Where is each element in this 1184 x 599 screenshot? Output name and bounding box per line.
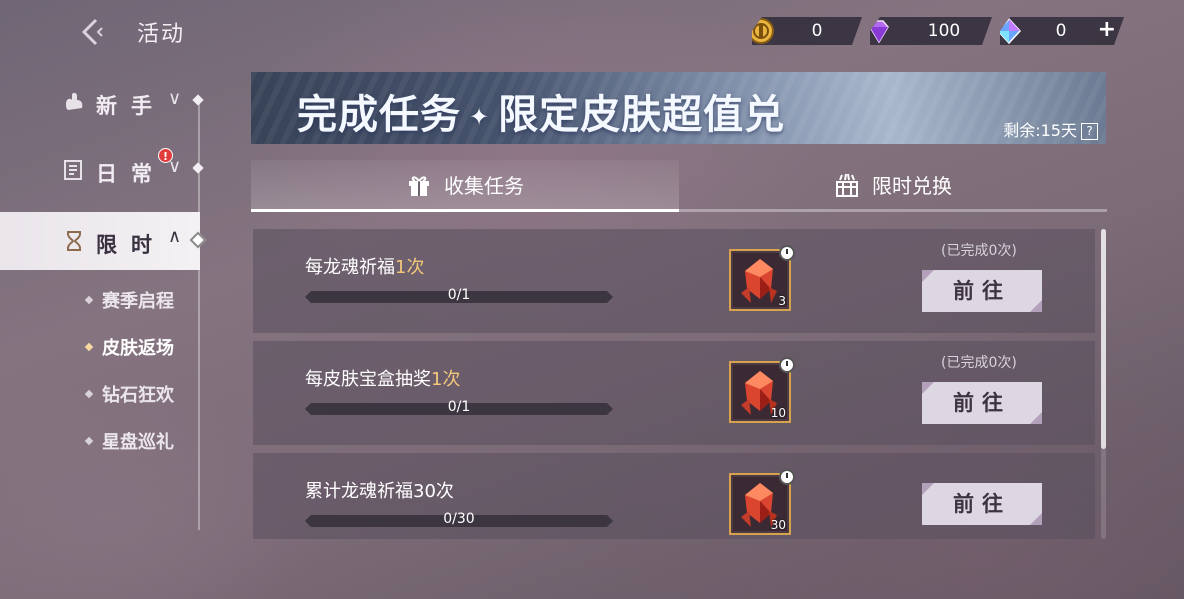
banner-title-right: 限定皮肤超值兑 [498, 92, 786, 138]
chevron-up-icon: ∧ [168, 226, 182, 247]
bullet-icon [84, 389, 94, 399]
sidebar-item-limited-label: 限时 [96, 233, 166, 257]
hourglass-icon [67, 231, 81, 251]
tab-limited-exchange-label: 限时兑换 [872, 174, 952, 198]
task-name-highlight: 1次 [431, 369, 461, 390]
task-name: 每龙魂祈福1次 [305, 253, 424, 279]
remain-label: 剩余: [1003, 121, 1041, 140]
add-currency-button[interactable]: + [1098, 17, 1116, 42]
completed-count: (已完成0次) [941, 355, 1017, 371]
reward-item[interactable]: 10 [729, 357, 795, 423]
currency-crystal: 0 + [1000, 17, 1124, 45]
progress-text: 0/1 [447, 399, 471, 415]
remain-value: 15天 [1040, 121, 1077, 140]
sub-item-label: 钻石狂欢 [102, 385, 174, 406]
currency-crystal-value: 0 [1055, 21, 1067, 41]
task-name: 每皮肤宝盒抽奖1次 [305, 365, 460, 391]
completed-count: (已完成0次) [941, 243, 1017, 259]
currency-gold: 0 [752, 17, 862, 45]
task-list[interactable]: 每龙魂祈福1次 0/1 3 (已完成0次) 前往 每皮肤宝盒抽奖1次 0/1 1… [253, 229, 1095, 539]
sub-item-diamond-carnival[interactable]: 钻石狂欢 [84, 381, 174, 407]
gift-icon [409, 175, 429, 196]
progress-text: 0/1 [447, 287, 471, 303]
tab-limited-exchange[interactable]: 限时兑换 [679, 160, 1107, 212]
sub-item-star-tour[interactable]: 星盘巡礼 [84, 428, 174, 454]
sub-item-season-start[interactable]: 赛季启程 [84, 287, 174, 313]
progress-text: 0/30 [443, 511, 475, 527]
sidebar-item-daily-label: 日常 [96, 162, 166, 186]
task-name-highlight: 1次 [395, 257, 425, 278]
help-icon[interactable]: ? [1081, 123, 1098, 140]
checklist-icon [64, 160, 82, 180]
chevron-left-icon [81, 18, 103, 46]
task-name-text: 累计龙魂祈福30次 [305, 481, 454, 502]
timer-icon [779, 357, 795, 373]
tab-bar: 收集任务 限时兑换 [251, 160, 1107, 214]
diamond-marker-icon [189, 231, 207, 249]
task-row: 每皮肤宝盒抽奖1次 0/1 10 (已完成0次) 前往 [253, 341, 1095, 445]
task-name: 累计龙魂祈福30次 [305, 477, 454, 503]
currency-diamond: 100 [870, 17, 992, 45]
back-button[interactable] [78, 16, 106, 48]
diamond-marker-icon [192, 94, 204, 106]
sidebar-item-newbie-label: 新手 [96, 94, 166, 118]
banner-title-left: 完成任务 [297, 92, 461, 138]
sub-item-label: 星盘巡礼 [102, 432, 174, 453]
bullet-icon [84, 295, 94, 305]
banner-title: 完成任务 ✦ 限定皮肤超值兑 [297, 82, 785, 140]
remaining-time: 剩余:15天? [1003, 117, 1098, 141]
reward-quantity: 30 [770, 518, 786, 532]
timer-icon [779, 245, 795, 261]
blue-crystal-icon [994, 16, 1024, 46]
timer-icon [779, 469, 795, 485]
reward-quantity: 10 [770, 406, 786, 420]
tab-collect-tasks[interactable]: 收集任务 [251, 160, 679, 212]
go-button[interactable]: 前往 [922, 382, 1042, 424]
scrollbar-thumb[interactable] [1101, 229, 1106, 449]
diamond-marker-icon [192, 162, 204, 174]
top-bar: 活动 0 100 0 + [0, 0, 1184, 64]
reward-item[interactable]: 30 [729, 469, 795, 535]
reward-item[interactable]: 3 [729, 245, 795, 311]
event-banner: 完成任务 ✦ 限定皮肤超值兑 剩余:15天? [251, 72, 1106, 144]
task-name-text: 每皮肤宝盒抽奖 [305, 369, 431, 390]
currency-gold-value: 0 [811, 21, 823, 41]
reward-quantity: 3 [778, 294, 786, 308]
bullet-icon [84, 436, 94, 446]
sub-item-skin-return[interactable]: 皮肤返场 [84, 334, 174, 360]
chevron-down-icon: ∨ [168, 156, 182, 177]
sidebar-item-daily[interactable]: 日常 ! ∨ [0, 148, 204, 204]
duck-icon [66, 92, 83, 110]
purple-diamond-icon [864, 16, 894, 46]
task-name-text: 每龙魂祈福 [305, 257, 395, 278]
chevron-down-icon: ∨ [168, 88, 182, 109]
go-button[interactable]: 前往 [922, 483, 1042, 525]
sub-item-label: 赛季启程 [102, 291, 174, 312]
sparkle-icon: ✦ [469, 103, 491, 131]
currency-diamond-value: 100 [927, 21, 961, 41]
scrollbar[interactable] [1101, 229, 1106, 539]
gift-box-icon [836, 173, 858, 197]
sidebar-item-limited[interactable]: 限时 ∧ [0, 212, 207, 270]
gold-coin-icon [746, 16, 776, 46]
bullet-icon [84, 342, 94, 352]
sidebar-item-newbie[interactable]: 新手 ∨ [0, 80, 204, 136]
page-title: 活动 [137, 22, 186, 47]
go-button[interactable]: 前往 [922, 270, 1042, 312]
sub-item-label: 皮肤返场 [102, 338, 174, 359]
tab-collect-tasks-label: 收集任务 [444, 174, 524, 198]
task-row: 每龙魂祈福1次 0/1 3 (已完成0次) 前往 [253, 229, 1095, 333]
task-row: 累计龙魂祈福30次 0/30 30 前往 [253, 453, 1095, 539]
